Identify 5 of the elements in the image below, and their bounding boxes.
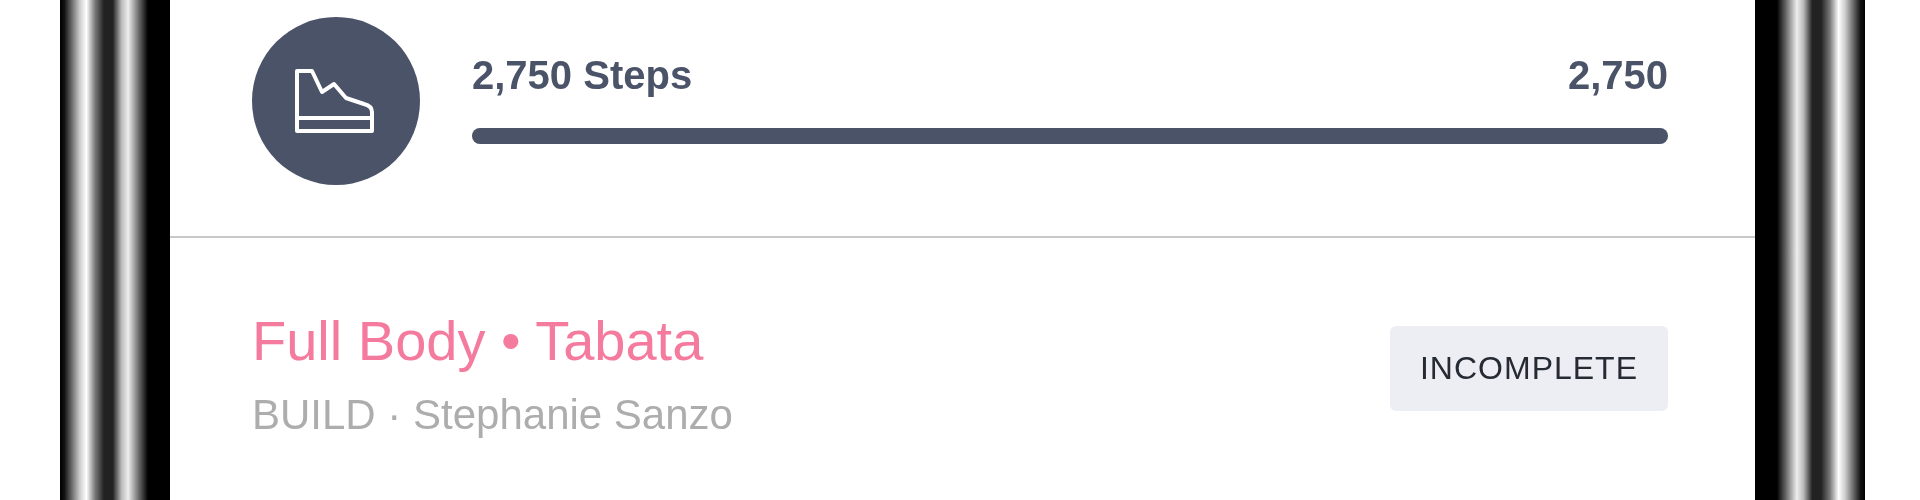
- workout-subtitle: BUILD · Stephanie Sanzo: [252, 391, 733, 439]
- steps-label: 2,750 Steps: [472, 53, 693, 98]
- steps-count: 2,750: [1567, 53, 1668, 98]
- workout-title[interactable]: Full Body • Tabata: [252, 308, 733, 373]
- status-badge: INCOMPLETE: [1389, 326, 1668, 411]
